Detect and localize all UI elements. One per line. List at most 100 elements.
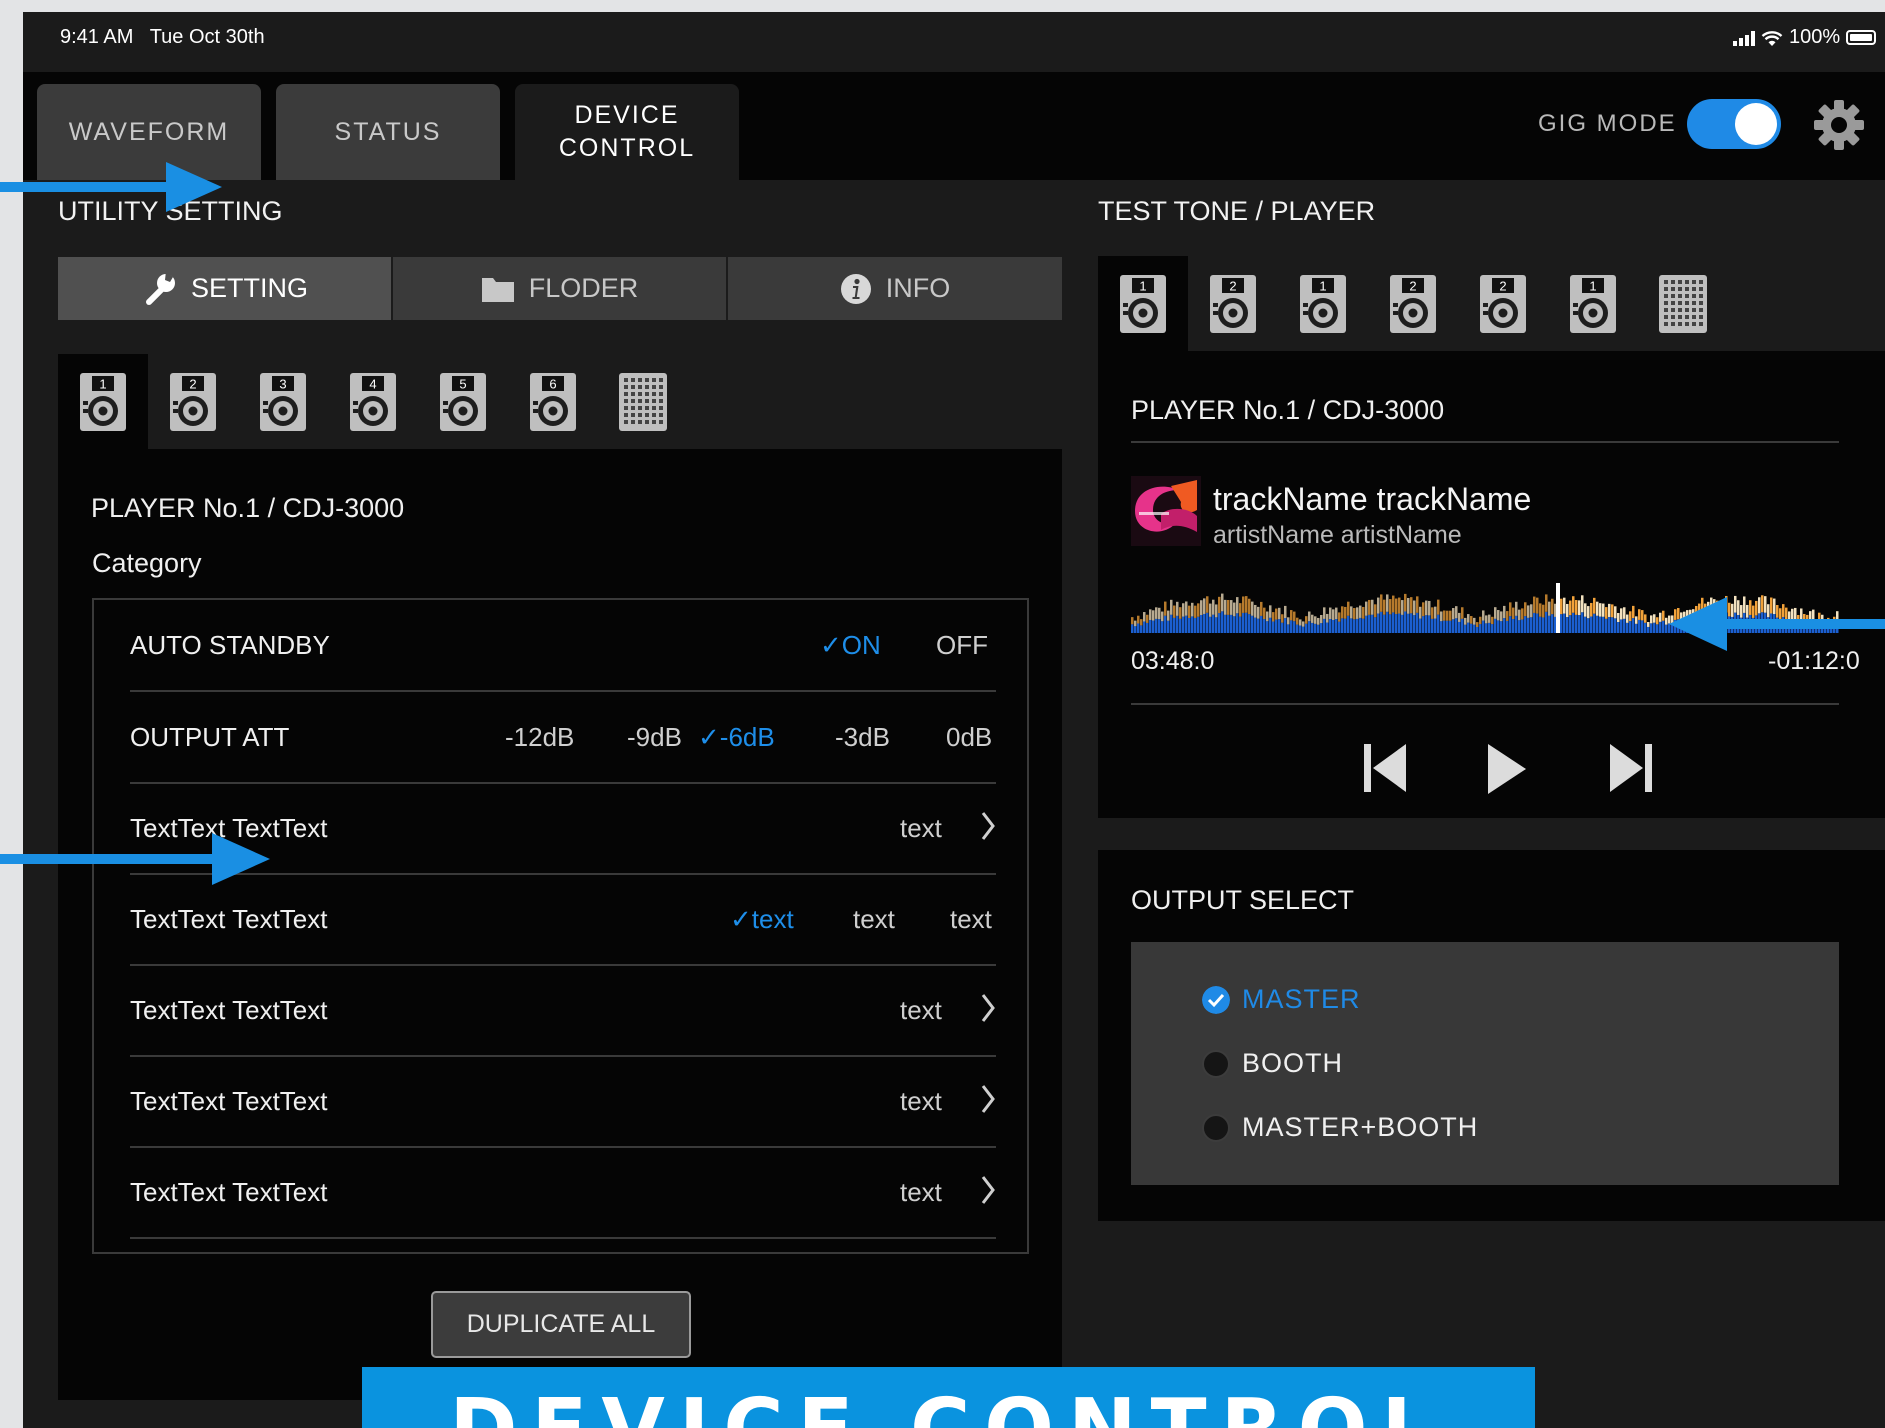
waveform-bar-peak [1146, 614, 1149, 623]
output-option-master[interactable]: MASTER [1202, 984, 1361, 1015]
waveform-bar [1197, 616, 1200, 633]
chevron-right-icon[interactable] [980, 991, 996, 1025]
waveform-bar [1401, 614, 1404, 633]
waveform-bar [1650, 623, 1653, 633]
option-on[interactable]: ✓ON [820, 630, 881, 661]
waveform-bar [1335, 619, 1338, 633]
toggle-knob [1735, 103, 1777, 145]
test-tone-mixer[interactable] [1638, 256, 1728, 351]
waveform-bar [1566, 617, 1569, 633]
segment-floder[interactable]: FLODER [393, 257, 726, 320]
waveform-bar [1350, 618, 1353, 633]
test-tone-player-3[interactable]: 1 [1278, 256, 1368, 351]
waveform-bar-peak [1590, 602, 1593, 617]
option-text-2[interactable]: text [853, 904, 895, 935]
waveform-bar-peak [1512, 607, 1515, 620]
option-0db[interactable]: 0dB [946, 722, 992, 753]
waveform-bar [1338, 621, 1341, 633]
waveform-bar [1611, 617, 1614, 633]
setting-row[interactable]: TextText TextText text [130, 1147, 996, 1239]
waveform-bar-peak [1428, 600, 1431, 616]
waveform-bar-peak [1242, 596, 1245, 613]
option-minus-6db[interactable]: ✓-6dB [698, 722, 775, 753]
waveform-bar [1365, 615, 1368, 633]
waveform-bar-peak [1476, 622, 1479, 627]
waveform-bar [1608, 616, 1611, 633]
setting-row-value: text [900, 1177, 942, 1207]
album-art [1131, 476, 1201, 546]
utility-player-4[interactable]: 4 [328, 354, 418, 449]
waveform-bar [1299, 625, 1302, 633]
test-tone-player-6[interactable]: 1 [1548, 256, 1638, 351]
waveform-bar [1215, 617, 1218, 633]
test-tone-player-5[interactable]: 2 [1458, 256, 1548, 351]
option-minus-9db[interactable]: -9dB [627, 722, 682, 753]
waveform-bar-peak [1398, 597, 1401, 614]
output-option-master-booth[interactable]: MASTER+BOOTH [1202, 1112, 1478, 1143]
waveform-bar-peak [1209, 603, 1212, 617]
waveform-bar [1314, 623, 1317, 633]
waveform-bar-peak [1260, 601, 1263, 616]
option-minus-3db[interactable]: -3dB [835, 722, 890, 753]
option-text-3[interactable]: text [950, 904, 992, 935]
setting-row[interactable]: TextText TextText text [130, 965, 996, 1057]
utility-player-1[interactable]: 1 [58, 354, 148, 449]
utility-player-3[interactable]: 3 [238, 354, 328, 449]
waveform-bar [1320, 623, 1323, 633]
waveform-bar [1437, 614, 1440, 633]
waveform-bar-peak [1140, 619, 1143, 626]
utility-player-6[interactable]: 6 [508, 354, 598, 449]
waveform-bar-peak [1149, 609, 1152, 620]
setting-row-label: TextText TextText [130, 995, 328, 1025]
test-tone-player-2[interactable]: 2 [1188, 256, 1278, 351]
waveform-bar [1614, 618, 1617, 633]
duplicate-all-button[interactable]: DUPLICATE ALL [431, 1291, 691, 1358]
waveform-bar-peak [1311, 614, 1314, 623]
playhead[interactable] [1556, 583, 1560, 633]
waveform-bar [1386, 611, 1389, 633]
segment-setting[interactable]: SETTING [58, 257, 391, 320]
battery-percent: 100% [1789, 26, 1841, 48]
remaining-time: -01:12:0 [1768, 647, 1860, 675]
waveform-bar-peak [1329, 607, 1332, 620]
divider [1131, 703, 1839, 705]
waveform-bar [1218, 613, 1221, 633]
settings-gear-icon[interactable] [1813, 99, 1865, 151]
chevron-right-icon[interactable] [980, 1173, 996, 1207]
waveform-bar-peak [1365, 601, 1368, 616]
chevron-right-icon[interactable] [980, 1082, 996, 1116]
waveform-bar [1476, 626, 1479, 633]
previous-track-icon[interactable] [1362, 742, 1408, 794]
utility-player-title: PLAYER No.1 / CDJ-3000 [91, 493, 405, 523]
waveform-bar [1617, 622, 1620, 633]
output-option-booth[interactable]: BOOTH [1202, 1048, 1343, 1079]
utility-mixer[interactable] [598, 354, 688, 449]
chevron-right-icon[interactable] [980, 809, 996, 843]
utility-player-5[interactable]: 5 [418, 354, 508, 449]
option-text-1[interactable]: ✓text [730, 904, 794, 935]
waveform-bar-peak [1503, 605, 1506, 619]
waveform-bar-peak [1335, 607, 1338, 620]
waveform-bar-peak [1158, 607, 1161, 620]
waveform-bar-peak [1434, 606, 1437, 619]
option-minus-12db[interactable]: -12dB [505, 722, 574, 753]
waveform-bar-peak [1374, 604, 1377, 618]
tab-device-control[interactable]: DEVICE CONTROL [515, 84, 739, 180]
next-track-icon[interactable] [1608, 742, 1654, 794]
waveform-bar [1230, 614, 1233, 633]
utility-player-2[interactable]: 2 [148, 354, 238, 449]
setting-row[interactable]: TextText TextText text [130, 1056, 996, 1148]
option-off[interactable]: OFF [936, 630, 988, 661]
waveform-bar [1221, 611, 1224, 633]
test-tone-player-4[interactable]: 2 [1368, 256, 1458, 351]
waveform-bar [1482, 620, 1485, 633]
waveform-bar-peak [1326, 613, 1329, 623]
waveform-bar [1449, 620, 1452, 633]
tab-status[interactable]: STATUS [276, 84, 500, 180]
gig-mode-toggle[interactable] [1687, 99, 1781, 149]
segment-info[interactable]: INFO [728, 257, 1062, 320]
top-navigation-bar: WAVEFORM STATUS DEVICE CONTROL GIG MODE [23, 72, 1885, 180]
play-icon[interactable] [1486, 742, 1528, 796]
waveform-bar [1380, 611, 1383, 633]
test-tone-player-1[interactable]: 1 [1098, 256, 1188, 351]
